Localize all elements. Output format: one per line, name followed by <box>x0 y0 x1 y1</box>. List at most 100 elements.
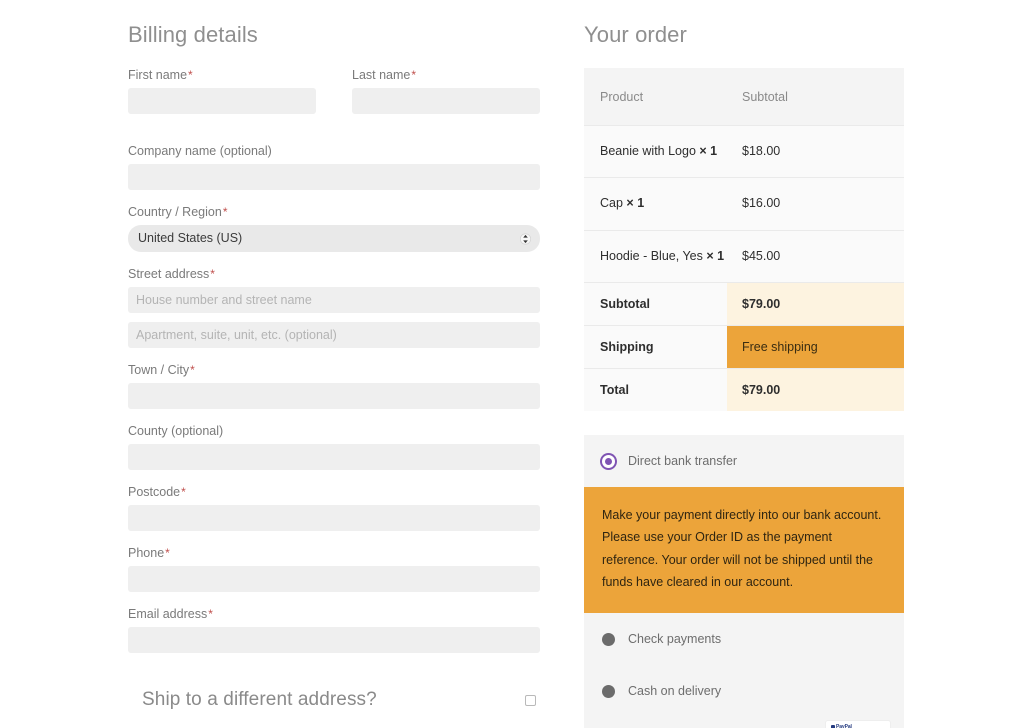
order-table-body: Beanie with Logo × 1 $18.00 Cap × 1 $16.… <box>584 126 904 412</box>
payment-method-description: Make your payment directly into our bank… <box>584 487 904 613</box>
payment-method-direct-bank-transfer[interactable]: Direct bank transfer <box>584 435 904 487</box>
payment-method-label: Direct bank transfer <box>628 454 737 468</box>
first-name-input[interactable] <box>128 88 316 114</box>
city-label-text: Town / City <box>128 363 189 377</box>
product-name: Cap <box>600 196 623 210</box>
table-row: Cap × 1 $16.00 <box>584 178 904 230</box>
product-name: Beanie with Logo <box>600 144 696 158</box>
required-marker: * <box>223 205 228 219</box>
phone-label-text: Phone <box>128 546 164 560</box>
company-field: Company name (optional) <box>128 144 540 190</box>
company-label: Company name (optional) <box>128 144 540 159</box>
total-value: $79.00 <box>727 369 904 412</box>
shipping-label: Shipping <box>584 326 727 369</box>
email-input[interactable] <box>128 627 540 653</box>
country-select-wrap: United States (US) <box>128 225 540 252</box>
subtotal-value: $79.00 <box>727 283 904 326</box>
subtotal-row: Subtotal $79.00 <box>584 283 904 326</box>
paypal-mark-icon <box>831 725 835 728</box>
accepted-cards-badge: PayPal VISA <box>826 721 890 728</box>
payment-method-label: Cash on delivery <box>628 684 721 698</box>
billing-details-section: Billing details First name* Last name* C… <box>128 0 540 728</box>
postcode-label-text: Postcode <box>128 485 180 499</box>
name-row: First name* Last name* <box>128 68 540 129</box>
shipping-row: Shipping Free shipping <box>584 326 904 369</box>
payment-method-label: Check payments <box>628 632 721 646</box>
product-price: $18.00 <box>727 126 904 178</box>
street-address-label: Street address* <box>128 267 540 282</box>
product-name: Hoodie - Blue, Yes <box>600 249 703 263</box>
column-header-subtotal: Subtotal <box>727 68 904 126</box>
product-cell: Cap × 1 <box>584 178 727 230</box>
product-cell: Hoodie - Blue, Yes × 1 <box>584 230 727 282</box>
shipping-value: Free shipping <box>727 326 904 369</box>
payment-methods-box: Direct bank transfer Make your payment d… <box>584 435 904 728</box>
order-summary-table: Product Subtotal Beanie with Logo × 1 $1… <box>584 68 904 411</box>
total-row: Total $79.00 <box>584 369 904 412</box>
paypal-logo-icon: PayPal <box>829 724 852 728</box>
checkout-page: Billing details First name* Last name* C… <box>0 0 1024 728</box>
county-input[interactable] <box>128 444 540 470</box>
column-header-product: Product <box>584 68 727 126</box>
first-name-field: First name* <box>128 68 316 114</box>
order-review-section: Your order Product Subtotal Beanie with … <box>584 0 904 728</box>
product-cell: Beanie with Logo × 1 <box>584 126 727 178</box>
postcode-field: Postcode* <box>128 485 540 531</box>
ship-to-different-address-toggle[interactable]: Ship to a different address? <box>128 689 540 711</box>
postcode-label: Postcode* <box>128 485 540 500</box>
street-address-2-input[interactable] <box>128 322 540 348</box>
company-input[interactable] <box>128 164 540 190</box>
country-field: Country / Region* United States (US) <box>128 205 540 252</box>
last-name-field: Last name* <box>352 68 540 114</box>
product-quantity: × 1 <box>706 249 724 263</box>
country-select[interactable]: United States (US) <box>128 225 540 252</box>
postcode-input[interactable] <box>128 505 540 531</box>
required-marker: * <box>210 267 215 281</box>
street-address-label-text: Street address <box>128 267 209 281</box>
required-marker: * <box>190 363 195 377</box>
phone-input[interactable] <box>128 566 540 592</box>
required-marker: * <box>188 68 193 82</box>
phone-label: Phone* <box>128 546 540 561</box>
last-name-label-text: Last name <box>352 68 410 82</box>
product-quantity: × 1 <box>626 196 644 210</box>
product-price: $16.00 <box>727 178 904 230</box>
email-field: Email address* <box>128 607 540 653</box>
city-input[interactable] <box>128 383 540 409</box>
county-label: County (optional) <box>128 424 540 439</box>
city-field: Town / City* <box>128 363 540 409</box>
total-label: Total <box>584 369 727 412</box>
table-row: Beanie with Logo × 1 $18.00 <box>584 126 904 178</box>
country-label: Country / Region* <box>128 205 540 220</box>
last-name-input[interactable] <box>352 88 540 114</box>
required-marker: * <box>208 607 213 621</box>
radio-unselected-icon[interactable] <box>602 685 615 698</box>
product-price: $45.00 <box>727 230 904 282</box>
first-name-label: First name* <box>128 68 316 83</box>
radio-selected-icon[interactable] <box>602 455 615 468</box>
required-marker: * <box>165 546 170 560</box>
ship-to-different-address-checkbox[interactable] <box>525 695 536 706</box>
subtotal-label: Subtotal <box>584 283 727 326</box>
order-table-head: Product Subtotal <box>584 68 904 126</box>
required-marker: * <box>411 68 416 82</box>
radio-unselected-icon[interactable] <box>602 633 615 646</box>
paypal-logo-text: PayPal <box>836 724 852 728</box>
street-address-input[interactable] <box>128 287 540 313</box>
email-label-text: Email address <box>128 607 207 621</box>
billing-details-title: Billing details <box>128 22 540 48</box>
payment-method-paypal[interactable]: PayPal What is PayPal? PayPal VISA <box>584 717 904 728</box>
email-label: Email address* <box>128 607 540 622</box>
your-order-title: Your order <box>584 22 904 48</box>
city-label: Town / City* <box>128 363 540 378</box>
order-table-header-row: Product Subtotal <box>584 68 904 126</box>
product-quantity: × 1 <box>699 144 717 158</box>
phone-field: Phone* <box>128 546 540 592</box>
country-label-text: Country / Region <box>128 205 222 219</box>
payment-method-cash-on-delivery[interactable]: Cash on delivery <box>584 665 904 717</box>
payment-method-check-payments[interactable]: Check payments <box>584 613 904 665</box>
last-name-label: Last name* <box>352 68 540 83</box>
first-name-label-text: First name <box>128 68 187 82</box>
required-marker: * <box>181 485 186 499</box>
table-row: Hoodie - Blue, Yes × 1 $45.00 <box>584 230 904 282</box>
